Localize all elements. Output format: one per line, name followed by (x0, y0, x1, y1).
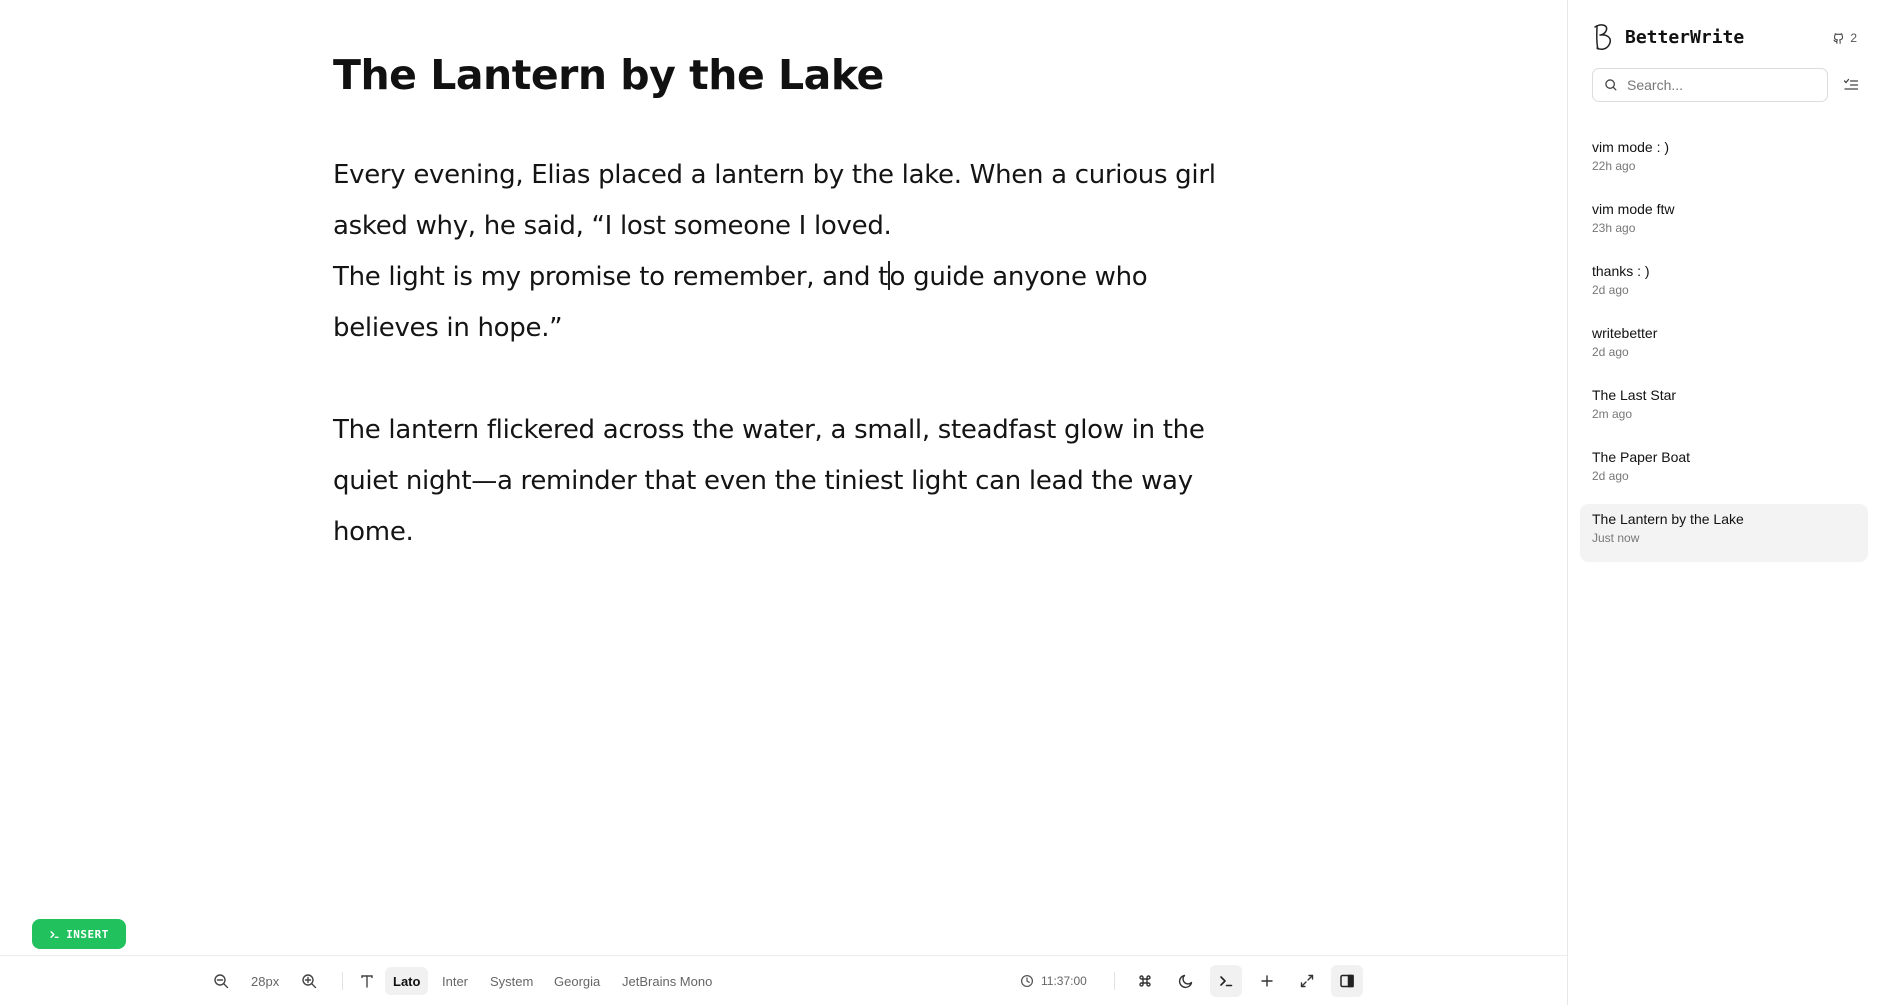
search-field[interactable] (1592, 68, 1828, 102)
clock-icon (1020, 974, 1034, 988)
session-timer: 11:37:00 (1020, 956, 1087, 1005)
mode-label: INSERT (66, 927, 109, 941)
note-title: thanks : ) (1592, 263, 1650, 279)
timer-value: 11:37:00 (1041, 974, 1087, 988)
brand-name: BetterWrite (1625, 26, 1745, 48)
note-title: vim mode ftw (1592, 201, 1675, 217)
note-item[interactable]: The Paper Boat 2d ago (1580, 442, 1868, 500)
note-item[interactable]: thanks : ) 2d ago (1580, 256, 1868, 314)
terminal-icon (50, 930, 59, 938)
paragraph-1-line-1: Every evening, Elias placed a lantern by… (333, 160, 1216, 241)
github-stars[interactable]: 2 (1832, 31, 1857, 45)
notes-list: vim mode : ) 22h ago vim mode ftw 23h ag… (1580, 132, 1868, 566)
note-time: 23h ago (1592, 221, 1636, 235)
zoom-in-icon (302, 974, 317, 989)
type-icon (361, 975, 373, 988)
toolbar-divider (1114, 972, 1115, 990)
document-body[interactable]: Every evening, Elias placed a lantern by… (333, 150, 1253, 558)
note-time: 2d ago (1592, 345, 1629, 359)
font-option-lato[interactable]: Lato (385, 967, 429, 995)
font-option-inter[interactable]: Inter (434, 967, 476, 995)
note-title: The Lantern by the Lake (1592, 511, 1744, 527)
terminal-icon (1220, 976, 1233, 987)
font-option-system[interactable]: System (482, 967, 541, 995)
note-time: 22h ago (1592, 159, 1636, 173)
dark-mode-button[interactable] (1170, 965, 1202, 997)
paragraph-2[interactable]: The lantern flickered across the water, … (333, 405, 1253, 558)
note-title: The Last Star (1592, 387, 1677, 403)
paragraph-1-line-2-start: The light is my promise to remember, and… (333, 262, 889, 292)
note-item[interactable]: vim mode ftw 23h ago (1580, 194, 1868, 252)
moon-icon (1178, 974, 1193, 989)
editor-pane: The Lantern by the Lake Every evening, E… (0, 0, 1567, 1005)
brand: BetterWrite (1592, 22, 1744, 52)
note-time: 2d ago (1592, 469, 1629, 483)
note-item[interactable]: writebetter 2d ago (1580, 318, 1868, 376)
note-time: 2d ago (1592, 283, 1629, 297)
zoom-in-button[interactable] (293, 965, 325, 997)
search-icon (1605, 79, 1617, 91)
note-title: writebetter (1592, 325, 1658, 341)
note-item-active[interactable]: The Lantern by the Lake Just now (1580, 504, 1868, 562)
note-title: The Paper Boat (1592, 449, 1691, 465)
toolbar-divider (342, 972, 343, 990)
bottom-toolbar: 28px Lato Inter System Georgia JetBrains… (0, 955, 1567, 1005)
font-size-display: 28px (251, 956, 279, 1005)
plus-icon (1261, 975, 1273, 987)
insert-mode-badge[interactable]: INSERT (32, 919, 126, 949)
stars-count: 2 (1850, 31, 1857, 45)
notes-sidebar: BetterWrite 2 vim mode : ) 22h ago vim m… (1567, 0, 1877, 1005)
fullscreen-button[interactable] (1291, 965, 1323, 997)
command-palette-button[interactable] (1129, 965, 1161, 997)
betterwrite-logo-icon (1594, 24, 1612, 50)
expand-icon (1300, 974, 1314, 988)
zoom-out-icon (214, 974, 229, 989)
vim-mode-button[interactable] (1210, 965, 1242, 997)
font-option-georgia[interactable]: Georgia (546, 967, 608, 995)
font-type-button[interactable] (351, 965, 383, 997)
sort-list-icon[interactable] (1843, 77, 1859, 93)
note-title: vim mode : ) (1592, 139, 1670, 155)
note-item[interactable]: vim mode : ) 22h ago (1580, 132, 1868, 190)
note-time: 2m ago (1592, 407, 1633, 421)
github-icon (1833, 32, 1844, 44)
font-size-value: 28px (251, 973, 280, 989)
command-icon (1139, 975, 1151, 987)
font-option-jetbrains-mono[interactable]: JetBrains Mono (614, 967, 720, 995)
document-title[interactable]: The Lantern by the Lake (333, 44, 1253, 106)
sidebar-icon (1340, 974, 1354, 988)
zoom-out-button[interactable] (205, 965, 237, 997)
paragraph-1[interactable]: Every evening, Elias placed a lantern by… (333, 150, 1253, 354)
note-time: Just now (1592, 531, 1640, 545)
document: The Lantern by the Lake Every evening, E… (333, 44, 1253, 558)
note-item[interactable]: The Last Star 2m ago (1580, 380, 1868, 438)
new-note-button[interactable] (1251, 965, 1283, 997)
toggle-sidebar-button[interactable] (1331, 965, 1363, 997)
search-input[interactable] (1627, 77, 1807, 93)
